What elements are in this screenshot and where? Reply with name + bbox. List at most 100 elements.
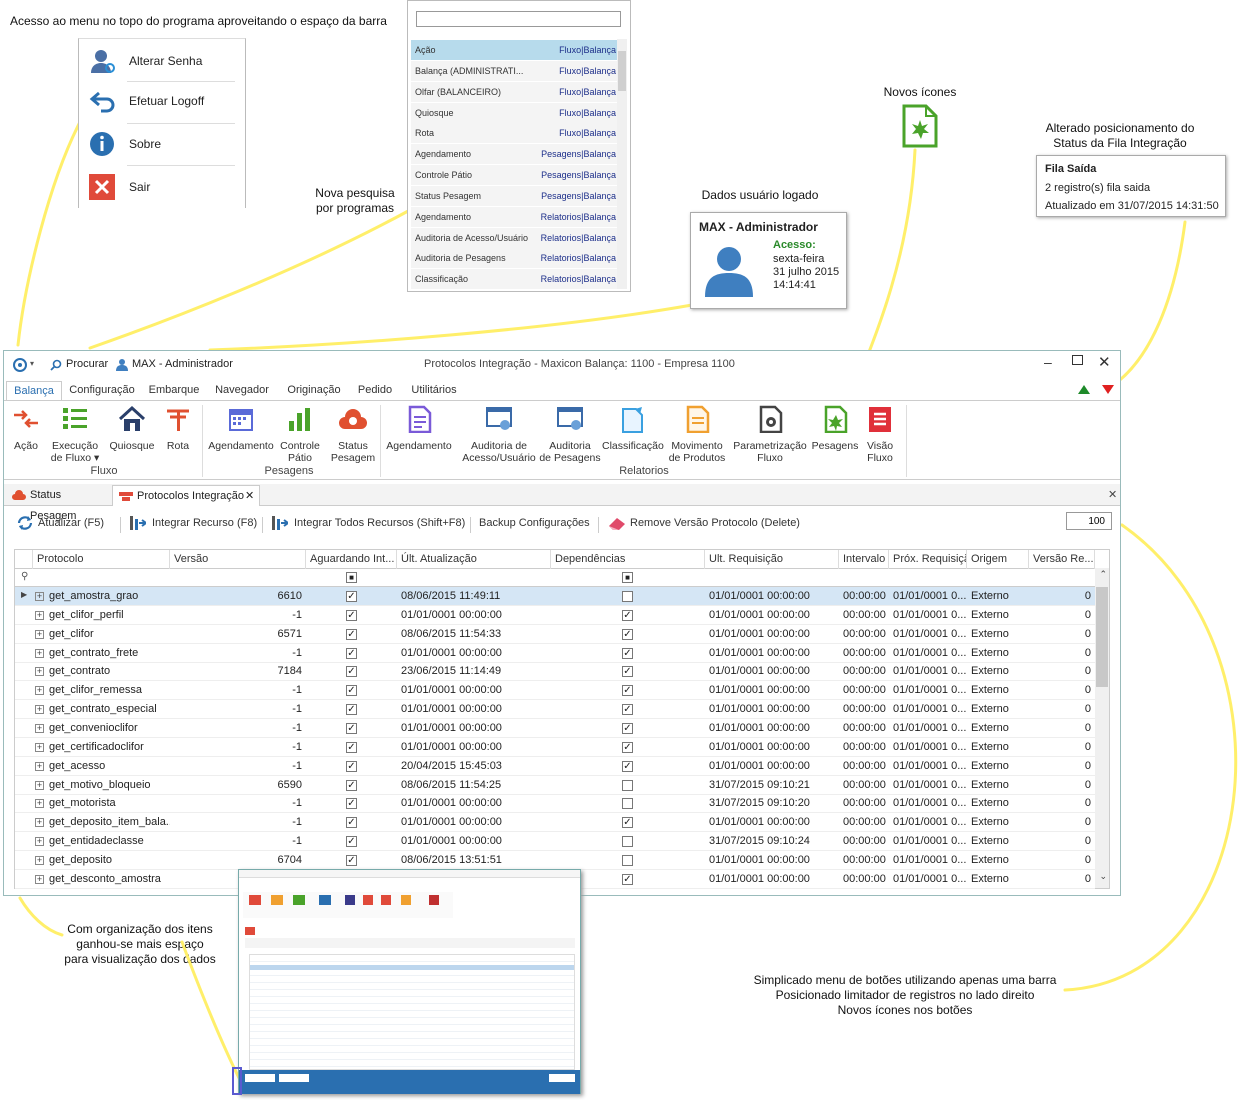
ribbon-button-parametrizacao-fluxo[interactable]: Parametrização Fluxo (732, 405, 808, 464)
ribbon-button-quiosque[interactable]: Quiosque (108, 405, 156, 452)
ribbon-button-movimento-produtos[interactable]: Movimento de Produtos (664, 405, 730, 464)
waiting-integration-checkbox[interactable]: ✓ (346, 836, 357, 848)
column-header-last-update[interactable]: Últ. Atualização (397, 550, 551, 569)
column-header-version[interactable]: Versão (170, 550, 306, 569)
waiting-integration-checkbox[interactable]: ✓ (346, 609, 357, 621)
dependencies-checkbox[interactable]: ✓ (622, 628, 633, 640)
scroll-up-icon[interactable]: ⌃ (1099, 569, 1107, 580)
expand-row-icon[interactable]: + (35, 742, 44, 752)
grid-scroll-thumb[interactable] (1096, 587, 1108, 687)
table-row[interactable]: + get_acesso -1 ✓ 20/04/2015 15:45:03 ✓ 01/01/… (15, 757, 1095, 776)
dependencies-checkbox[interactable]: ✓ (622, 873, 633, 885)
filter-waiting-checkbox[interactable]: ■ (346, 572, 357, 583)
table-row[interactable]: + get_clifor_remessa -1 ✓ 01/01/0001 00:00:0… (15, 681, 1095, 701)
waiting-integration-checkbox[interactable]: ✓ (346, 798, 357, 810)
search-button[interactable]: Procurar (66, 358, 108, 370)
dependencies-checkbox[interactable]: ✓ (622, 817, 633, 829)
waiting-integration-checkbox[interactable]: ✓ (346, 647, 357, 659)
expand-row-icon[interactable]: + (35, 686, 44, 696)
close-button[interactable]: ✕ (1098, 353, 1111, 371)
waiting-integration-checkbox[interactable]: ✓ (346, 685, 357, 697)
ribbon-button-pesagens[interactable]: Pesagens (810, 405, 860, 452)
search-result-item[interactable]: Auditoria de Pesagens Relatorios|Balança (411, 248, 618, 268)
integrate-resource-button[interactable]: Integrar Recurso (F8) (130, 513, 257, 533)
waiting-integration-checkbox[interactable]: ✓ (346, 760, 357, 772)
waiting-integration-checkbox[interactable]: ✓ (346, 722, 357, 734)
collapse-up-icon[interactable] (1078, 385, 1090, 394)
dependencies-checkbox[interactable] (622, 798, 633, 810)
column-header-next-request[interactable]: Próx. Requisição (889, 550, 967, 569)
ribbon-button-visao-fluxo[interactable]: Visão Fluxo (862, 405, 898, 464)
dependencies-checkbox[interactable]: ✓ (622, 609, 633, 621)
dependencies-checkbox[interactable]: ✓ (622, 722, 633, 734)
table-row[interactable]: + get_convenioclifor -1 ✓ 01/01/0001 00:00:0… (15, 719, 1095, 738)
ribbon-button-agendamento[interactable]: Agendamento (204, 405, 278, 452)
close-all-tabs-icon[interactable]: ✕ (1108, 488, 1117, 501)
search-result-item[interactable]: Controle Pátio Pesagens|Balança (411, 165, 618, 185)
waiting-integration-checkbox[interactable]: ✓ (346, 666, 357, 678)
dependencies-checkbox[interactable]: ✓ (622, 741, 633, 753)
column-header-waiting[interactable]: Aguardando Int... (306, 550, 397, 569)
dependencies-checkbox[interactable] (622, 836, 633, 848)
integrate-all-button[interactable]: Integrar Todos Recursos (Shift+F8) (272, 513, 465, 533)
filter-dependencies-checkbox[interactable]: ■ (622, 572, 633, 583)
doc-tab-protocolos[interactable]: Protocolos Integração ✕ (112, 485, 260, 506)
refresh-button[interactable]: Atualizar (F5) (16, 513, 104, 533)
user-button[interactable]: MAX - Administrador (132, 358, 233, 370)
doc-tab-status-pesagem[interactable]: Status Pesagem (6, 485, 108, 522)
dependencies-checkbox[interactable] (622, 779, 633, 791)
maximize-button[interactable] (1072, 355, 1083, 365)
ribbon-button-classificacao[interactable]: Classificação (602, 405, 664, 452)
menu-item-logoff[interactable]: Efetuar Logoff (89, 83, 239, 121)
column-header-origin[interactable]: Origem (967, 550, 1029, 569)
waiting-integration-checkbox[interactable]: ✓ (346, 854, 357, 866)
column-header-remote-version[interactable]: Versão Re... (1029, 550, 1095, 569)
ribbon-button-auditoria-pesagens[interactable]: Auditoria de Pesagens (536, 405, 604, 464)
search-result-item[interactable]: Agendamento Relatorios|Balança (411, 207, 618, 227)
dependencies-checkbox[interactable]: ✓ (622, 685, 633, 697)
table-row[interactable]: + get_contrato_especial -1 ✓ 01/01/0001 00:0… (15, 700, 1095, 720)
remove-version-button[interactable]: Remove Versão Protocolo (Delete) (608, 513, 800, 533)
waiting-integration-checkbox[interactable]: ✓ (346, 779, 357, 791)
expand-row-icon[interactable]: + (35, 648, 44, 658)
menu-item-change-password[interactable]: Alterar Senha (89, 43, 239, 81)
tab-embarque[interactable]: Embarque (146, 381, 202, 400)
ribbon-button-execucao-fluxo[interactable]: Execução de Fluxo ▾ (44, 405, 106, 464)
minimize-button[interactable]: – (1044, 354, 1052, 370)
waiting-integration-checkbox[interactable]: ✓ (346, 741, 357, 753)
tab-originacao[interactable]: Originação (284, 381, 344, 400)
search-result-item[interactable]: Balança (ADMINISTRATI... Fluxo|Balança (411, 61, 618, 81)
expand-row-icon[interactable]: + (35, 610, 44, 620)
table-row[interactable]: + get_motivo_bloqueio 6590 ✓ 08/06/2015 11:5… (15, 776, 1095, 795)
app-menu-icon[interactable] (13, 358, 27, 372)
table-row[interactable]: + get_clifor_perfil -1 ✓ 01/01/0001 00:00:00… (15, 606, 1095, 625)
expand-row-icon[interactable]: + (35, 837, 44, 847)
dependencies-checkbox[interactable]: ✓ (622, 704, 633, 716)
expand-row-icon[interactable]: + (35, 667, 44, 677)
dependencies-checkbox[interactable]: ✓ (622, 647, 633, 659)
column-header-dependencies[interactable]: Dependências (551, 550, 705, 569)
record-limit-input[interactable] (1066, 512, 1112, 530)
ribbon-button-status-pesagem[interactable]: Status Pesagem (330, 405, 376, 464)
menu-item-about[interactable]: Sobre (89, 126, 239, 164)
waiting-integration-checkbox[interactable]: ✓ (346, 704, 357, 716)
tab-navegador[interactable]: Navegador (212, 381, 272, 400)
ribbon-button-acao[interactable]: Ação (9, 405, 43, 452)
scroll-down-icon[interactable]: ⌄ (1099, 871, 1107, 882)
expand-row-icon[interactable]: + (35, 874, 44, 884)
dependencies-checkbox[interactable] (622, 854, 633, 866)
dependencies-checkbox[interactable]: ✓ (622, 666, 633, 678)
queue-status-down-icon[interactable] (1102, 385, 1114, 394)
column-header-protocol[interactable]: Protocolo (33, 550, 170, 569)
waiting-integration-checkbox[interactable]: ✓ (346, 591, 357, 602)
search-result-item[interactable]: Olfar (BALANCEIRO) Fluxo|Balança (411, 82, 618, 102)
expand-row-icon[interactable]: + (35, 592, 44, 601)
search-result-item[interactable]: Classificação Relatorios|Balança (411, 269, 618, 289)
table-row[interactable]: + get_contrato_frete -1 ✓ 01/01/0001 00:00:0… (15, 644, 1095, 663)
ribbon-button-controle-patio[interactable]: Controle Pátio (276, 405, 324, 464)
search-result-item[interactable]: Status Pesagem Pesagens|Balança (411, 186, 618, 206)
search-result-item[interactable]: Quiosque Fluxo|Balança (411, 103, 618, 123)
search-scroll-thumb[interactable] (618, 51, 626, 91)
waiting-integration-checkbox[interactable]: ✓ (346, 817, 357, 829)
expand-row-icon[interactable]: + (35, 799, 44, 809)
